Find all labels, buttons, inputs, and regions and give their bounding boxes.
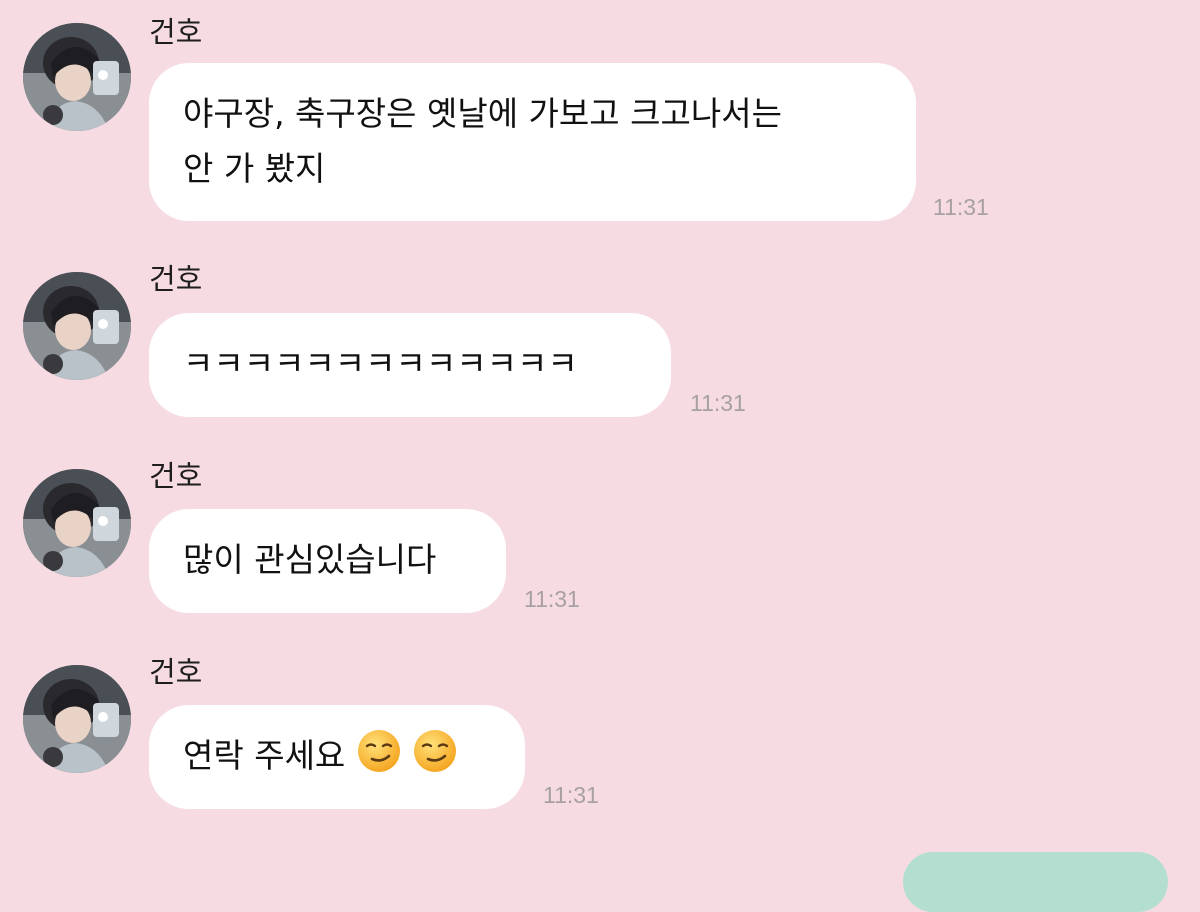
sender-name: 건호 xyxy=(149,15,203,49)
avatar[interactable] xyxy=(23,469,131,577)
smirking-face-icon xyxy=(358,730,401,772)
avatar[interactable] xyxy=(23,23,131,131)
avatar[interactable] xyxy=(23,272,131,380)
message-timestamp: 11:31 xyxy=(690,390,746,416)
message-timestamp: 11:31 xyxy=(543,782,599,808)
message-text: 많이 관심있습니다 xyxy=(183,540,437,579)
sender-name: 건호 xyxy=(149,655,203,689)
message-timestamp: 11:31 xyxy=(524,586,580,612)
message-timestamp: 11:31 xyxy=(933,194,989,220)
message-bubble[interactable]: 연락 주세요 xyxy=(149,705,525,809)
outgoing-message-bubble[interactable] xyxy=(903,852,1168,912)
message-bubble[interactable]: 많이 관심있습니다 xyxy=(149,509,506,613)
message-bubble[interactable]: 야구장, 축구장은 옛날에 가보고 크고나서는 안 가 봤지 xyxy=(149,63,916,221)
message-text-line: 야구장, 축구장은 옛날에 가보고 크고나서는 xyxy=(183,94,782,133)
message-bubble[interactable]: ㅋㅋㅋㅋㅋㅋㅋㅋㅋㅋㅋㅋㅋ xyxy=(149,313,671,417)
message-text: 연락 주세요 xyxy=(183,736,346,775)
sender-name: 건호 xyxy=(149,262,203,296)
message-text: ㅋㅋㅋㅋㅋㅋㅋㅋㅋㅋㅋㅋㅋ xyxy=(183,344,578,383)
message-text-line: 안 가 봤지 xyxy=(183,149,326,188)
sender-name: 건호 xyxy=(149,459,203,493)
avatar[interactable] xyxy=(23,665,131,773)
smirking-face-icon xyxy=(414,730,457,772)
